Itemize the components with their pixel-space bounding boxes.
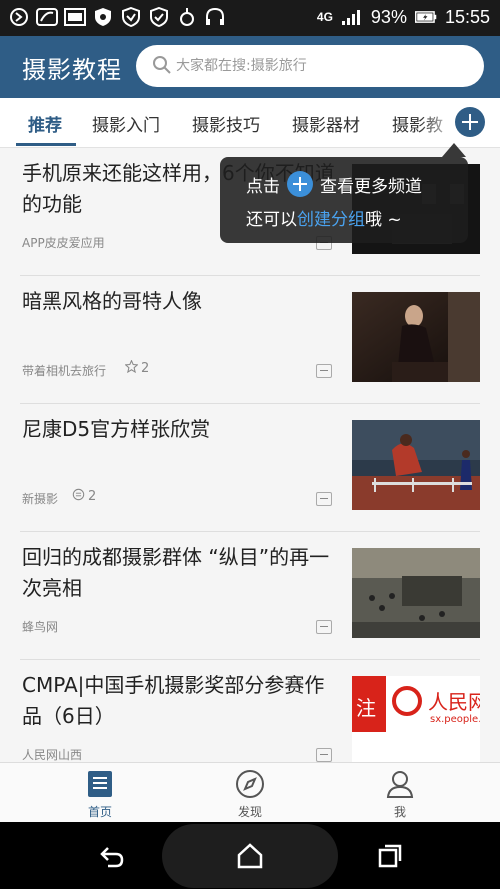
back-button[interactable] — [98, 842, 126, 870]
article-source: 带着相机去旅行 — [22, 364, 107, 378]
tab-photography-basics[interactable]: 摄影入门 — [92, 111, 160, 136]
article-meta: 2 — [72, 488, 96, 505]
settings-shield-icon — [92, 6, 114, 28]
thumb-brand: 人民网 — [428, 690, 480, 714]
people-logo-icon — [392, 686, 422, 716]
app-header: 摄影教程 — [0, 36, 500, 98]
battery-percent: 93% — [370, 6, 407, 27]
dismiss-button[interactable] — [316, 748, 332, 762]
article-source: 新摄影 — [22, 492, 59, 506]
list-item[interactable]: 回归的成都摄影群体 “纵目”的再一次亮相 蜂鸟网 — [0, 532, 500, 660]
tooltip-line2-suffix: 哦 ~ — [365, 210, 402, 230]
article-source: 蜂鸟网 — [22, 620, 59, 634]
tooltip-line2-prefix: 还可以 — [246, 210, 297, 230]
person-icon — [385, 769, 415, 799]
article-title[interactable]: CMPA|中国手机摄影奖部分参赛作品（6日） — [22, 670, 340, 732]
hand-icon — [176, 6, 198, 28]
search-box[interactable] — [136, 45, 484, 87]
article-title[interactable]: 暗黑风格的哥特人像 — [22, 286, 340, 317]
system-nav-bar — [0, 822, 500, 889]
star-count: 2 — [141, 361, 150, 376]
article-source: 人民网山西 — [22, 748, 83, 762]
search-input[interactable] — [176, 53, 466, 79]
shield-check-icon — [148, 6, 170, 28]
tab-recommended[interactable]: 推荐 — [28, 111, 62, 136]
app-notification-icon — [8, 6, 30, 28]
channel-tabs: 推荐 摄影入门 摄影技巧 摄影器材 摄影教 — [0, 98, 500, 148]
search-icon — [152, 55, 172, 79]
image-icon — [64, 6, 86, 28]
tabs-fade — [420, 98, 460, 146]
tooltip-suffix: 查看更多频道 — [320, 176, 422, 197]
nav-home[interactable]: 首页 — [60, 769, 140, 820]
nav-me[interactable]: 我 — [360, 769, 440, 820]
tab-photography-gear[interactable]: 摄影器材 — [292, 111, 360, 136]
article-title[interactable]: 尼康D5官方样张欣赏 — [22, 414, 340, 445]
create-group-link[interactable]: 创建分组 — [297, 210, 365, 230]
compass-icon — [235, 769, 265, 799]
list-item[interactable]: CMPA|中国手机摄影奖部分参赛作品（6日） 人民网山西 注 人民网 sx.pe… — [0, 660, 500, 762]
add-channel-button[interactable] — [455, 107, 485, 137]
tooltip-prefix: 点击 — [246, 176, 280, 197]
article-thumbnail[interactable]: 注 人民网 sx.people.c — [352, 676, 480, 762]
nav-discover[interactable]: 发现 — [210, 769, 290, 820]
article-thumbnail[interactable] — [352, 292, 480, 382]
dismiss-button[interactable] — [316, 492, 332, 506]
channel-tip-tooltip[interactable]: 点击 查看更多频道 还可以创建分组哦 ~ — [220, 157, 468, 243]
nav-discover-label: 发现 — [237, 805, 262, 819]
dismiss-button[interactable] — [316, 364, 332, 378]
tooltip-line-1: 点击 查看更多频道 — [246, 171, 422, 197]
comment-count: 2 — [88, 489, 97, 504]
status-bar: 4G 93% 15:55 — [0, 0, 500, 36]
list-item[interactable]: 暗黑风格的哥特人像 带着相机去旅行 2 — [0, 276, 500, 404]
home-icon — [85, 769, 115, 799]
tab-photography-techniques[interactable]: 摄影技巧 — [192, 111, 260, 136]
recents-button[interactable] — [376, 842, 404, 870]
article-title[interactable]: 回归的成都摄影群体 “纵目”的再一次亮相 — [22, 542, 340, 604]
app-title: 摄影教程 — [22, 56, 122, 84]
article-meta: 2 — [124, 359, 150, 377]
leaf-icon — [36, 6, 58, 28]
thumb-domain: sx.people.c — [430, 714, 480, 725]
vpn-shield-icon — [120, 6, 142, 28]
signal-icon — [341, 6, 363, 28]
tooltip-arrow — [442, 143, 466, 157]
nav-home-label: 首页 — [87, 805, 112, 819]
tooltip-line-2: 还可以创建分组哦 ~ — [246, 205, 402, 230]
dismiss-button[interactable] — [316, 620, 332, 634]
home-button[interactable] — [236, 842, 264, 870]
bottom-nav: 首页 发现 我 — [0, 762, 500, 822]
list-item[interactable]: 尼康D5官方样张欣赏 新摄影 2 — [0, 404, 500, 532]
comment-icon — [72, 488, 85, 505]
thumb-left-text: 注 — [356, 696, 376, 720]
network-type: 4G — [316, 10, 333, 24]
battery-icon — [414, 6, 437, 28]
article-thumbnail[interactable] — [352, 420, 480, 510]
headphones-icon — [204, 6, 226, 28]
nav-me-label: 我 — [393, 805, 406, 819]
article-thumbnail[interactable] — [352, 548, 480, 638]
article-source: APP皮皮爱应用 — [22, 236, 105, 250]
clock: 15:55 — [444, 6, 490, 27]
active-tab-indicator — [16, 143, 76, 146]
star-icon — [124, 359, 139, 377]
plus-icon — [287, 171, 313, 197]
